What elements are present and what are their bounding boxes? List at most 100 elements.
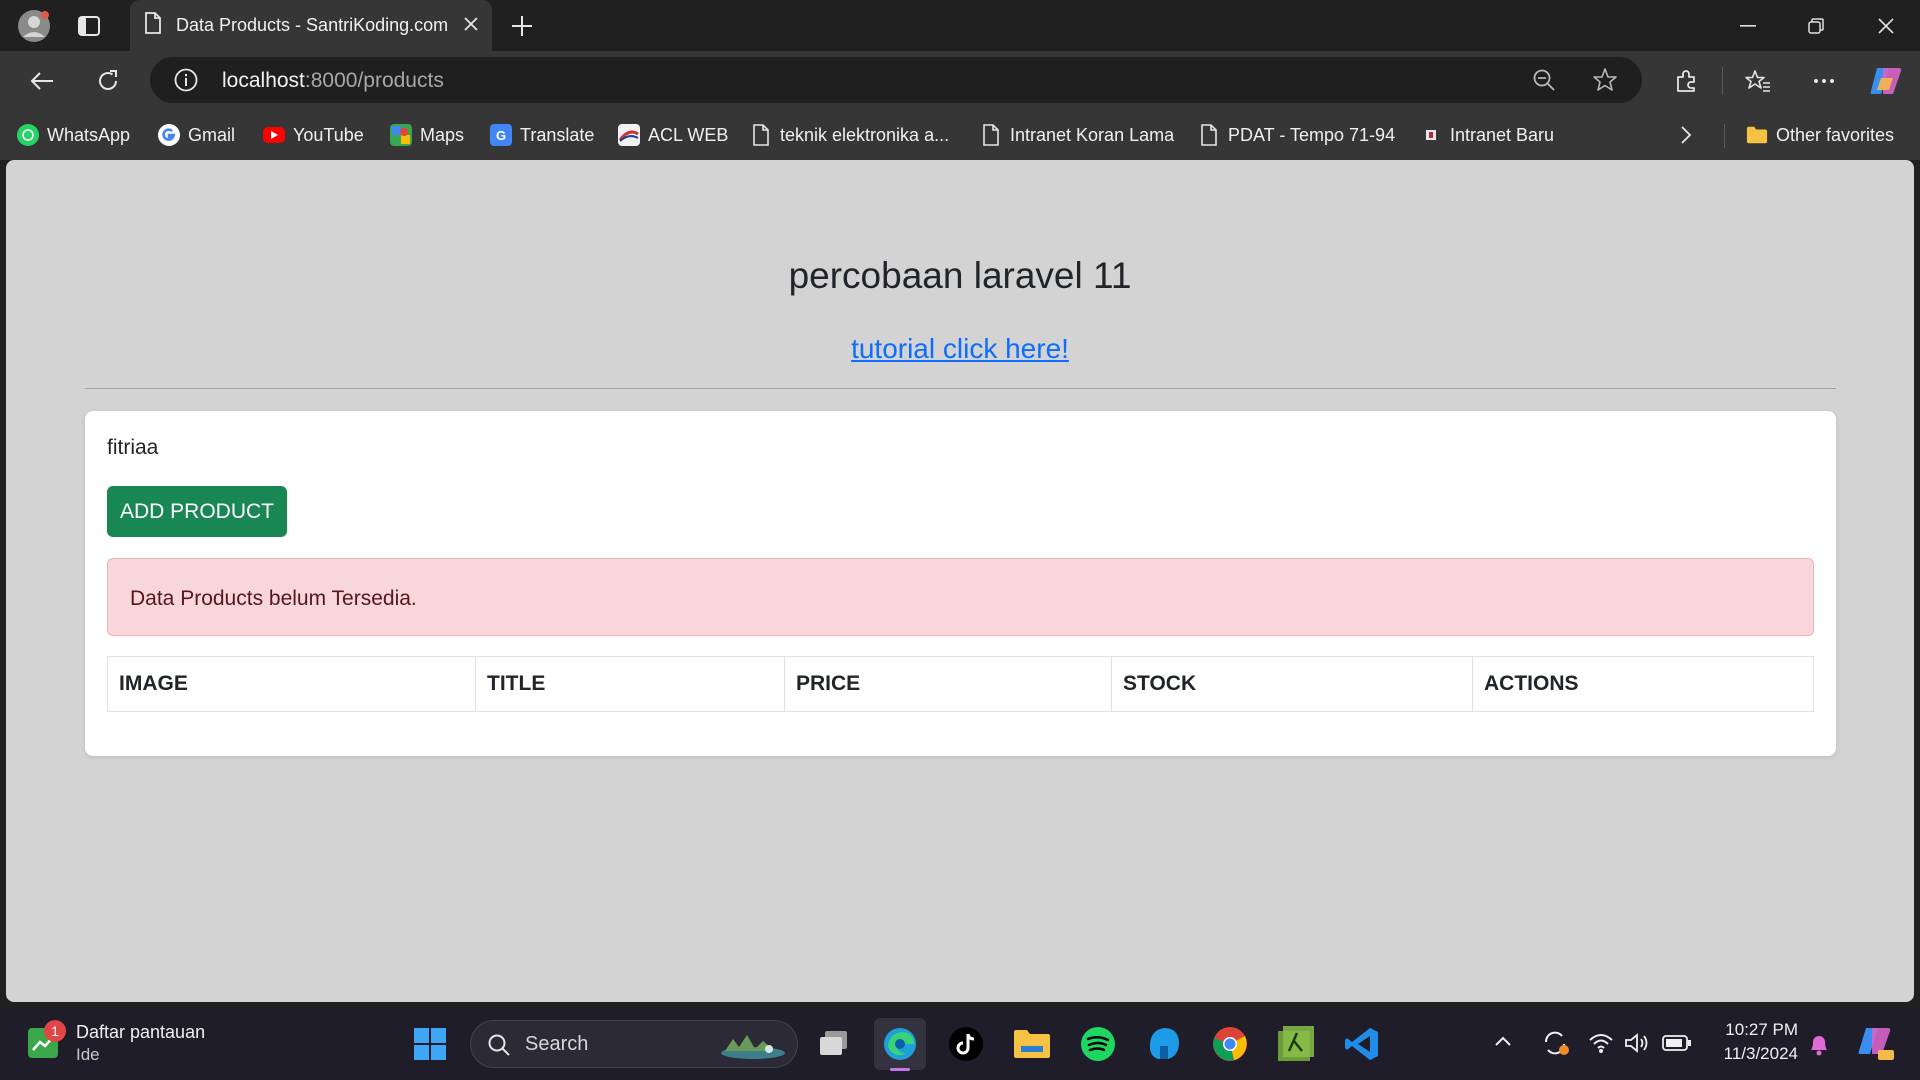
- tutorial-link-row: tutorial click here!: [6, 333, 1914, 365]
- other-favorites-label: Other favorites: [1776, 124, 1895, 145]
- app-blue-icon[interactable]: [1138, 1018, 1190, 1070]
- bookmark-acl-web[interactable]: ACL WEB: [618, 118, 728, 152]
- youtube-icon: [263, 127, 285, 143]
- wifi-icon[interactable]: [1588, 1032, 1614, 1059]
- url-text[interactable]: localhost:8000/products: [222, 69, 444, 93]
- notification-bell-icon[interactable]: [1808, 1032, 1830, 1061]
- task-view-icon[interactable]: [808, 1018, 860, 1070]
- close-tab-icon[interactable]: [464, 15, 478, 36]
- other-favorites[interactable]: Other favorites: [1746, 118, 1894, 152]
- bookmarks-bar: WhatsApp Gmail YouTube Maps G Translate …: [0, 110, 1920, 160]
- spotify-icon[interactable]: [1072, 1018, 1124, 1070]
- bookmark-whatsapp[interactable]: WhatsApp: [17, 118, 130, 152]
- empty-data-alert: Data Products belum Tersedia.: [107, 558, 1814, 636]
- browser-title-bar: Data Products - SantriKoding.com: [0, 0, 1920, 51]
- restore-icon[interactable]: [1782, 0, 1850, 51]
- show-hidden-icons-chevron-icon[interactable]: [1494, 1034, 1512, 1052]
- acl-web-icon: [618, 124, 640, 146]
- bookmarks-divider: [1724, 124, 1725, 148]
- bookmark-label: WhatsApp: [47, 124, 131, 145]
- vscode-icon[interactable]: [1336, 1018, 1388, 1070]
- navigation-bar: localhost:8000/products: [0, 51, 1920, 110]
- new-tab-icon[interactable]: [500, 4, 544, 48]
- bookmark-label: Intranet Baru: [1450, 124, 1555, 145]
- page-title: percobaan laravel 11: [788, 255, 1132, 296]
- copilot-icon[interactable]: [1864, 59, 1908, 103]
- bookmark-gmail[interactable]: Gmail: [158, 118, 235, 152]
- chrome-icon[interactable]: [1204, 1018, 1256, 1070]
- extensions-icon[interactable]: [1664, 59, 1708, 103]
- bookmark-youtube[interactable]: YouTube: [263, 118, 364, 152]
- bookmark-pdat-tempo[interactable]: PDAT - Tempo 71-94: [1198, 118, 1395, 152]
- bookmark-translate[interactable]: G Translate: [490, 118, 594, 152]
- column-header-image: IMAGE: [108, 657, 476, 711]
- profile-avatar-icon[interactable]: [12, 4, 56, 48]
- bookmark-label: Gmail: [188, 124, 236, 145]
- taskbar: 1 Daftar pantauan Ide Search 10:27 PM 11…: [0, 1008, 1920, 1080]
- edge-taskbar-icon[interactable]: [874, 1018, 926, 1071]
- widget-title: Daftar pantauan: [76, 1022, 206, 1042]
- gmail-icon: [158, 124, 180, 146]
- xampp-icon[interactable]: [1270, 1018, 1322, 1070]
- more-menu-icon[interactable]: [1802, 59, 1846, 103]
- address-bar[interactable]: localhost:8000/products: [150, 57, 1642, 103]
- clock-date[interactable]: 11/3/2024: [1712, 1044, 1798, 1064]
- search-icon: [487, 1033, 511, 1062]
- page-icon: [1198, 124, 1220, 146]
- intranet-icon: [1420, 124, 1442, 146]
- folder-icon: [1746, 124, 1768, 146]
- bookmark-intranet-baru[interactable]: Intranet Baru: [1420, 118, 1554, 152]
- sync-icon[interactable]: [1542, 1030, 1570, 1061]
- taskbar-search-input[interactable]: Search: [470, 1020, 798, 1068]
- page-icon: [750, 124, 772, 146]
- active-app-indicator: [890, 1068, 910, 1071]
- watchlist-widget[interactable]: 1 Daftar pantauan Ide: [26, 1020, 226, 1068]
- url-host: localhost: [222, 69, 305, 92]
- tab-actions-icon[interactable]: [67, 4, 111, 48]
- zoom-out-icon[interactable]: [1532, 68, 1556, 97]
- bookmarks-overflow-chevron-icon[interactable]: [1680, 118, 1692, 152]
- close-window-icon[interactable]: [1852, 0, 1920, 51]
- products-card: fitriaa ADD PRODUCT Data Products belum …: [85, 411, 1836, 756]
- volume-icon[interactable]: [1624, 1032, 1650, 1059]
- translate-icon: G: [490, 124, 512, 146]
- column-header-title: TITLE: [476, 657, 785, 711]
- tab-active[interactable]: Data Products - SantriKoding.com: [130, 0, 492, 51]
- bookmark-maps[interactable]: Maps: [390, 118, 464, 152]
- bookmark-label: PDAT - Tempo 71-94: [1228, 124, 1396, 145]
- bookmark-label: teknik elektronika a...: [780, 124, 950, 145]
- battery-icon[interactable]: [1662, 1034, 1692, 1057]
- divider: [85, 388, 1836, 389]
- back-arrow-icon[interactable]: [20, 59, 64, 103]
- alert-message: Data Products belum Tersedia.: [130, 587, 417, 610]
- bookmark-intranet-koran-lama[interactable]: Intranet Koran Lama: [980, 118, 1174, 152]
- windows-start-icon[interactable]: [404, 1018, 456, 1070]
- copilot-taskbar-icon[interactable]: [1856, 1024, 1896, 1067]
- column-header-price: PRICE: [785, 657, 1112, 711]
- site-info-icon[interactable]: [174, 68, 198, 97]
- clock-time[interactable]: 10:27 PM: [1712, 1020, 1798, 1040]
- favorite-star-icon[interactable]: [1592, 67, 1618, 98]
- maps-icon: [390, 124, 412, 146]
- bookmark-label: YouTube: [293, 124, 364, 145]
- bookmark-teknik-elektronika[interactable]: teknik elektronika a...: [750, 118, 949, 152]
- add-product-button[interactable]: ADD PRODUCT: [107, 486, 287, 537]
- bookmark-label: Maps: [420, 124, 465, 145]
- notification-badge: 1: [44, 1020, 66, 1042]
- file-explorer-icon[interactable]: [1006, 1018, 1058, 1070]
- whatsapp-icon: [17, 124, 39, 146]
- search-placeholder: Search: [525, 1033, 589, 1055]
- tiktok-icon[interactable]: [940, 1018, 992, 1070]
- bookmark-label: ACL WEB: [648, 124, 729, 145]
- refresh-icon[interactable]: [86, 59, 130, 103]
- column-header-actions: ACTIONS: [1484, 672, 1579, 695]
- page-icon: [980, 124, 1002, 146]
- favorites-icon[interactable]: [1736, 59, 1780, 103]
- widget-subtitle: Ide: [76, 1045, 100, 1064]
- bookmark-label: Translate: [520, 124, 595, 145]
- search-highlight-image: [719, 1029, 787, 1066]
- minimize-icon[interactable]: [1714, 0, 1782, 51]
- tutorial-link[interactable]: tutorial click here!: [851, 333, 1069, 364]
- column-header-stock: STOCK: [1112, 657, 1473, 711]
- tab-title: Data Products - SantriKoding.com: [176, 15, 449, 35]
